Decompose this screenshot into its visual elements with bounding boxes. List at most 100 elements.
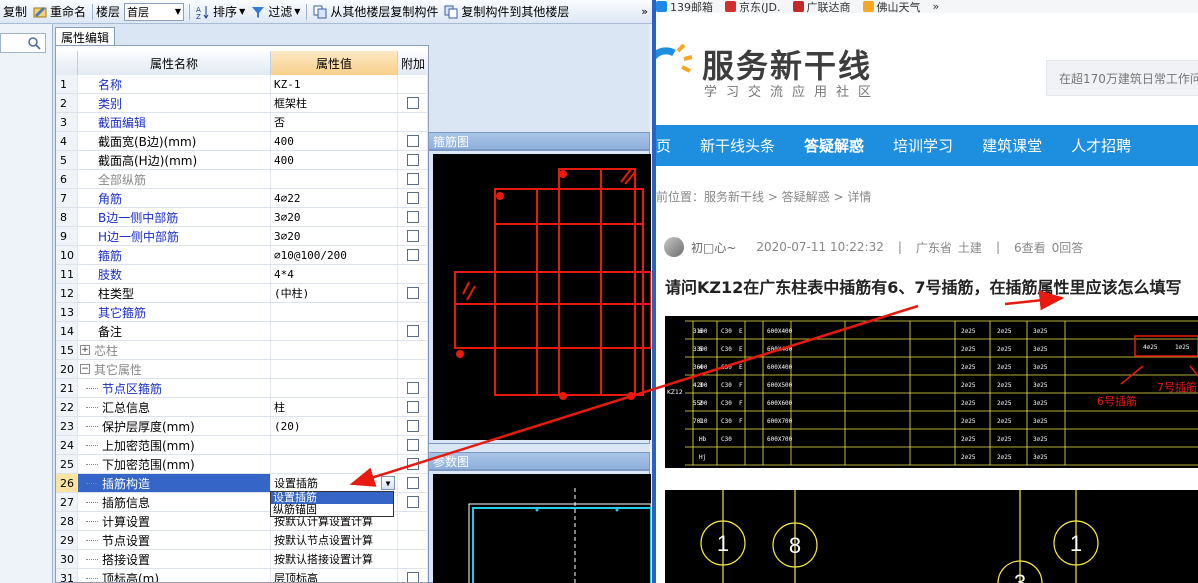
table-row[interactable]: 12 柱类型 (中柱)	[56, 284, 428, 303]
nav-item[interactable]: 培训学习	[893, 135, 953, 156]
property-name-cell[interactable]: 插筋构造	[78, 474, 271, 492]
table-row[interactable]: 22 汇总信息 柱	[56, 398, 428, 417]
checkbox[interactable]	[406, 211, 419, 223]
checkbox[interactable]	[406, 192, 419, 204]
search-input[interactable]	[0, 33, 46, 53]
checkbox[interactable]	[406, 382, 419, 394]
property-name-cell[interactable]: 截面编辑	[78, 113, 271, 131]
property-name-cell[interactable]: B边一侧中部筋	[78, 208, 271, 226]
property-name-cell[interactable]: 角筋	[78, 189, 271, 207]
checkbox[interactable]	[406, 420, 419, 432]
floor-select[interactable]: 首层 ▼	[124, 2, 185, 21]
bookmark-item[interactable]: 139邮箱	[656, 0, 713, 13]
property-value-cell[interactable]	[271, 379, 398, 397]
property-name-cell[interactable]: 保护层厚度(mm)	[78, 417, 271, 435]
collapse-icon[interactable]: −	[80, 364, 90, 374]
table-row[interactable]: 2 类别 框架柱	[56, 94, 428, 113]
copy-to-floor-button[interactable]: 复制构件到其他楼层	[441, 1, 572, 23]
property-value-cell[interactable]	[271, 303, 398, 321]
table-row[interactable]: 13 其它箍筋	[56, 303, 428, 322]
property-value-cell[interactable]: 按默认搭接设置计算	[271, 550, 398, 568]
property-name-cell[interactable]: 顶标高(m)	[78, 569, 271, 582]
property-name-cell[interactable]: 名称	[78, 75, 271, 93]
table-row[interactable]: 11 肢数 4*4	[56, 265, 428, 284]
tab-property-edit[interactable]: 属性编辑	[55, 27, 115, 46]
table-row[interactable]: 6 全部纵筋	[56, 170, 428, 189]
property-value-cell[interactable]: 3⌀20	[271, 227, 398, 245]
table-row[interactable]: 9 H边一侧中部筋 3⌀20	[56, 227, 428, 246]
property-value-cell[interactable]	[271, 436, 398, 454]
table-row[interactable]: 4 截面宽(B边)(mm) 400	[56, 132, 428, 151]
checkbox[interactable]	[406, 173, 419, 185]
column-table-image[interactable]: KZ1263100 C30 E 600X400 2⌀25 2⌀25 3⌀2553300 C30…	[665, 316, 1198, 468]
checkbox[interactable]	[406, 97, 419, 109]
filter-button[interactable]: 过滤 ▼	[248, 1, 303, 23]
property-value-cell[interactable]: 3⌀20	[271, 208, 398, 226]
property-value-cell[interactable]: 层顶标高	[271, 569, 398, 582]
property-value-cell[interactable]	[271, 455, 398, 473]
copy-button[interactable]: 复制	[0, 1, 30, 23]
table-row[interactable]: 10 箍筋 ⌀10@100/200	[56, 246, 428, 265]
checkbox[interactable]	[406, 572, 419, 582]
property-name-cell[interactable]: 柱类型	[78, 284, 271, 302]
property-name-cell[interactable]: 节点区箍筋	[78, 379, 271, 397]
nav-item[interactable]: 建筑课堂	[982, 135, 1042, 156]
table-row[interactable]: 20− 其它属性	[56, 360, 428, 379]
property-name-cell[interactable]: 汇总信息	[78, 398, 271, 416]
checkbox[interactable]	[406, 439, 419, 451]
property-name-cell[interactable]: 上加密范围(mm)	[78, 436, 271, 454]
toolbar-overflow-button[interactable]: »	[641, 5, 652, 18]
table-row[interactable]: 23 保护层厚度(mm) (20)	[56, 417, 428, 436]
property-name-cell[interactable]: 截面高(H边)(mm)	[78, 151, 271, 169]
property-value-cell[interactable]	[271, 322, 398, 340]
dropdown-list[interactable]: 设置插筋 纵筋锚固	[270, 491, 394, 517]
property-value-cell[interactable]: (20)	[271, 417, 398, 435]
nav-item[interactable]: 页	[656, 135, 671, 156]
property-value-cell[interactable]: (中柱)	[271, 284, 398, 302]
expand-icon[interactable]: +	[80, 345, 90, 355]
checkbox[interactable]	[406, 154, 419, 166]
property-value-cell[interactable]	[271, 360, 398, 378]
table-row[interactable]: 24 上加密范围(mm)	[56, 436, 428, 455]
property-value-cell[interactable]: 框架柱	[271, 94, 398, 112]
table-row[interactable]: 29 节点设置 按默认节点设置计算	[56, 531, 428, 550]
property-name-cell[interactable]: 类别	[78, 94, 271, 112]
table-row[interactable]: 3 截面编辑 否	[56, 113, 428, 132]
table-row[interactable]: 31 顶标高(m) 层顶标高	[56, 569, 428, 582]
checkbox[interactable]	[406, 287, 419, 299]
dropdown-option[interactable]: 纵筋锚固	[271, 504, 393, 516]
nav-item[interactable]: 答疑解惑	[804, 135, 864, 156]
property-value-cell[interactable]: 否	[271, 113, 398, 131]
table-row[interactable]: 21 节点区箍筋	[56, 379, 428, 398]
property-name-cell[interactable]: 全部纵筋	[78, 170, 271, 188]
property-value-cell[interactable]: 柱	[271, 398, 398, 416]
chevron-down-icon[interactable]: ▼	[381, 476, 395, 490]
property-name-cell[interactable]: 插筋信息	[78, 493, 271, 511]
copy-from-floor-button[interactable]: 从其他楼层复制构件	[310, 1, 441, 23]
table-row[interactable]: 1 名称 KZ-1	[56, 75, 428, 94]
bookmark-item[interactable]: 佛山天气	[862, 0, 921, 13]
checkbox[interactable]	[406, 477, 419, 489]
table-row[interactable]: 25 下加密范围(mm)	[56, 455, 428, 474]
property-value-cell[interactable]: 按默认节点设置计算	[271, 531, 398, 549]
checkbox[interactable]	[406, 325, 419, 337]
checkbox[interactable]	[406, 249, 419, 261]
search-icon[interactable]	[27, 36, 43, 50]
rename-button[interactable]: 重命名	[30, 1, 89, 23]
property-name-cell[interactable]: 备注	[78, 322, 271, 340]
property-name-cell[interactable]: 下加密范围(mm)	[78, 455, 271, 473]
author-name[interactable]: 初□心~	[691, 239, 736, 256]
property-name-cell[interactable]: 肢数	[78, 265, 271, 283]
table-row[interactable]: 30 搭接设置 按默认搭接设置计算	[56, 550, 428, 569]
property-name-cell[interactable]: − 其它属性	[78, 360, 271, 378]
sort-button[interactable]: AZ 排序 ▼	[193, 1, 248, 23]
property-name-cell[interactable]: 搭接设置	[78, 550, 271, 568]
table-row[interactable]: 7 角筋 4⌀22	[56, 189, 428, 208]
property-name-cell[interactable]: 箍筋	[78, 246, 271, 264]
table-row[interactable]: 8 B边一侧中部筋 3⌀20	[56, 208, 428, 227]
property-name-cell[interactable]: 计算设置	[78, 512, 271, 530]
property-value-cell[interactable]: ⌀10@100/200	[271, 246, 398, 264]
property-value-cell[interactable]: KZ-1	[271, 75, 398, 93]
site-search-input[interactable]: 在超170万建筑日常工作问	[1046, 60, 1198, 96]
property-name-cell[interactable]: 截面宽(B边)(mm)	[78, 132, 271, 150]
